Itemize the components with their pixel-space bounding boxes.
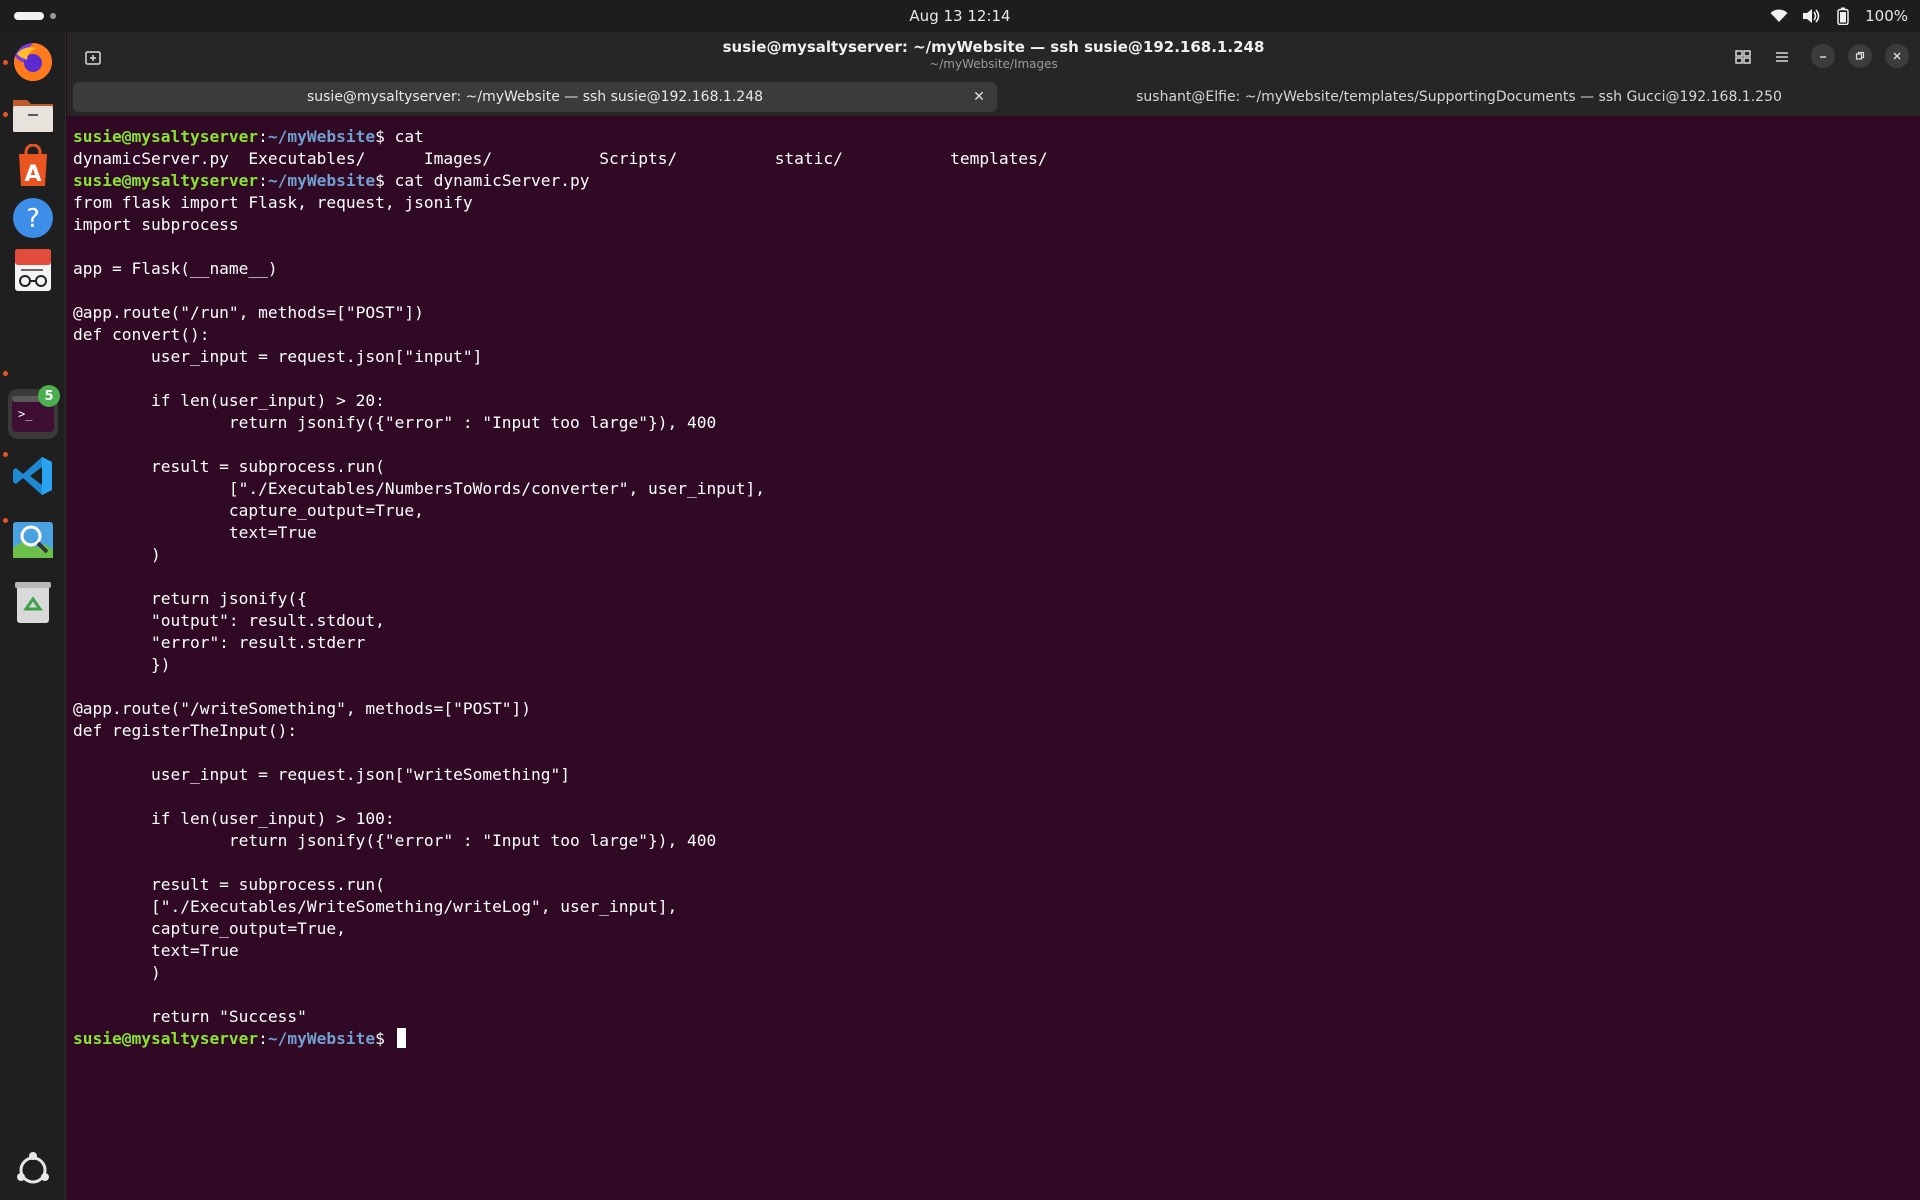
command-text (385, 1029, 395, 1048)
output-line: dynamicServer.py Executables/ Images/ Sc… (73, 149, 1048, 168)
output-line: return jsonify({"error" : "Input too lar… (73, 831, 717, 850)
battery-icon[interactable] (1833, 6, 1853, 26)
terminal-icon[interactable]: >_ 5 (8, 385, 60, 439)
tab-label: susie@mysaltyserver: ~/myWebsite — ssh s… (306, 89, 764, 105)
output-line: def convert(): (73, 325, 210, 344)
prompt-separator: : (258, 127, 268, 146)
notification-badge: 5 (38, 385, 60, 407)
output-line: user_input = request.json["input"] (73, 347, 483, 366)
output-line: if len(user_input) > 20: (73, 391, 385, 410)
svg-text:?: ? (26, 204, 40, 234)
output-line: return jsonify({"error" : "Input too lar… (73, 413, 717, 432)
prompt-line: susie@mysaltyserver:~/myWebsite$ cat dyn… (73, 170, 1913, 192)
running-indicator (3, 452, 8, 457)
wifi-icon[interactable] (1769, 6, 1789, 26)
output-line: @app.route("/run", methods=["POST"]) (73, 303, 424, 322)
output-line: }) (73, 655, 171, 674)
app-center-icon[interactable]: A (8, 141, 58, 191)
system-tray[interactable]: 100% (1769, 6, 1908, 26)
output-line: "error": result.stderr (73, 633, 366, 652)
output-line: return jsonify({ (73, 589, 307, 608)
output-line: @app.route("/writeSomething", methods=["… (73, 699, 532, 718)
tab-label: sushant@Elfie: ~/myWebsite/templates/Sup… (1136, 89, 1782, 105)
output-line: def registerTheInput(): (73, 721, 298, 740)
running-indicator (3, 371, 8, 376)
output-line: text=True (73, 941, 239, 960)
output-line: text=True (73, 523, 317, 542)
output-line: capture_output=True, (73, 501, 424, 520)
prompt-path: ~/myWebsite (267, 127, 376, 146)
output-line: ["./Executables/NumbersToWords/converter… (73, 479, 765, 498)
output-line: from flask import Flask, request, jsonif… (73, 193, 473, 212)
prompt-separator: : (258, 171, 268, 190)
output-line: result = subprocess.run( (73, 875, 385, 894)
output-line: capture_output=True, (73, 919, 346, 938)
menu-icon[interactable] (1768, 43, 1796, 71)
ubuntu-icon[interactable] (8, 1145, 58, 1195)
prompt-symbol: $ (375, 1029, 385, 1048)
terminal-window: susie@mysaltyserver: ~/myWebsite — ssh s… (67, 32, 1920, 1200)
dock: A ? >_ 5 (0, 32, 66, 1200)
prompt-user: susie@mysaltyserver (73, 127, 259, 146)
output-line: ) (73, 963, 161, 982)
output-line: app = Flask(__name__) (73, 259, 278, 278)
document-viewer-icon[interactable] (8, 245, 58, 295)
command-text: cat dynamicServer.py (384, 171, 590, 190)
tab-sushant-elfie[interactable]: sushant@Elfie: ~/myWebsite/templates/Sup… (1003, 82, 1915, 112)
files-icon[interactable] (8, 89, 58, 139)
svg-text:>_: >_ (18, 407, 33, 421)
output-line: if len(user_input) > 100: (73, 809, 395, 828)
window-title: susie@mysaltyserver: ~/myWebsite — ssh s… (722, 38, 1265, 56)
tab-susie-server[interactable]: susie@mysaltyserver: ~/myWebsite — ssh s… (73, 82, 997, 112)
prompt-symbol: $ (375, 171, 385, 190)
output-line: ["./Executables/WriteSomething/writeLog"… (73, 897, 678, 916)
battery-percentage: 100% (1865, 7, 1908, 25)
terminal-output[interactable]: susie@mysaltyserver:~/myWebsite$ cat dyna… (73, 126, 1913, 1186)
window-subtitle: ~/myWebsite/Images (929, 57, 1058, 71)
help-icon[interactable]: ? (8, 193, 58, 243)
clock[interactable]: Aug 13 12:14 (0, 7, 1920, 25)
image-viewer-icon[interactable] (8, 515, 58, 565)
output-line: result = subprocess.run( (73, 457, 385, 476)
close-tab-icon[interactable]: ✕ (969, 87, 989, 107)
volume-icon[interactable] (1801, 6, 1821, 26)
minimize-button[interactable] (1811, 44, 1835, 68)
svg-text:A: A (24, 162, 41, 187)
prompt-symbol: $ (375, 127, 385, 146)
tab-overview-icon[interactable] (1729, 43, 1757, 71)
prompt-line: susie@mysaltyserver:~/myWebsite$ (73, 1028, 1913, 1050)
prompt-line: susie@mysaltyserver:~/myWebsite$ cat (73, 126, 1913, 148)
output-line: user_input = request.json["writeSomethin… (73, 765, 571, 784)
prompt-path: ~/myWebsite (267, 1029, 376, 1048)
top-bar: Aug 13 12:14 100% (0, 0, 1920, 32)
output-line: return "Success" (73, 1007, 307, 1026)
output-line: "output": result.stdout, (73, 611, 385, 630)
prompt-user: susie@mysaltyserver (73, 1029, 259, 1048)
text-cursor (396, 1028, 406, 1048)
close-button[interactable] (1885, 44, 1909, 68)
prompt-separator: : (258, 1029, 268, 1048)
restore-button[interactable] (1848, 44, 1872, 68)
header-bar: susie@mysaltyserver: ~/myWebsite — ssh s… (67, 32, 1920, 116)
command-text: cat (384, 127, 424, 146)
prompt-user: susie@mysaltyserver (73, 171, 259, 190)
trash-icon[interactable] (8, 577, 58, 627)
firefox-icon[interactable] (8, 37, 58, 87)
output-line: ) (73, 545, 161, 564)
vscode-icon[interactable] (8, 451, 58, 501)
prompt-path: ~/myWebsite (267, 171, 376, 190)
output-line: import subprocess (73, 215, 239, 234)
